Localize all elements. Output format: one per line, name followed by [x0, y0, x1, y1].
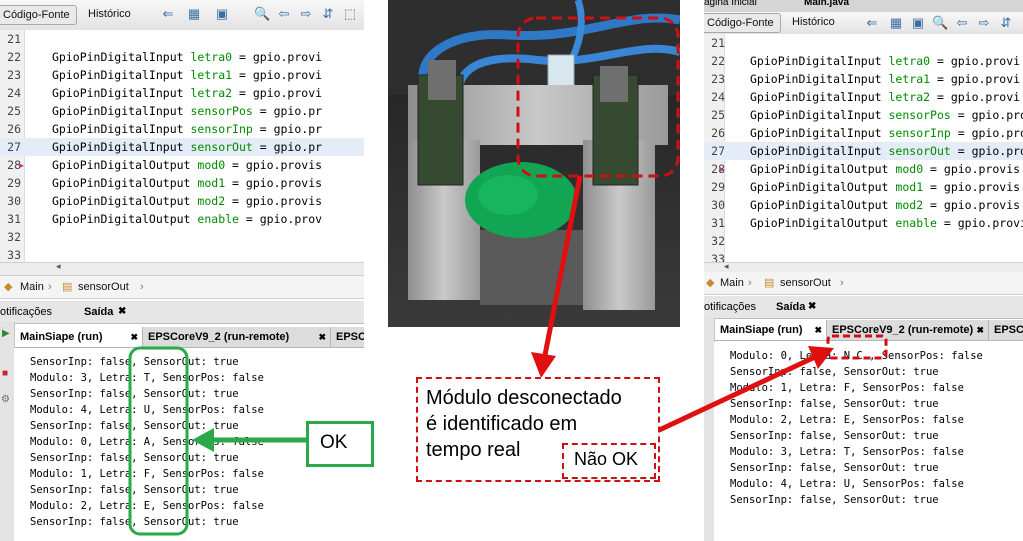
- photo-arrow-shaft: [542, 175, 583, 356]
- nc-highlight: [826, 334, 888, 360]
- description-line-1: Módulo desconectado: [426, 387, 622, 409]
- ok-label: OK: [320, 432, 348, 453]
- nc-arrow-shaft: [653, 354, 817, 435]
- description-line-2: é identificado em: [426, 413, 578, 435]
- ok-column-highlight: [128, 346, 189, 536]
- description-box: Módulo desconectado é identificado em te…: [416, 377, 660, 482]
- not-ok-label: Não OK: [574, 449, 639, 469]
- not-ok-box: Não OK: [562, 443, 656, 479]
- ok-arrow-head: [192, 428, 214, 452]
- photo-arrow-head: [531, 352, 556, 378]
- ok-label-box: OK: [306, 421, 374, 467]
